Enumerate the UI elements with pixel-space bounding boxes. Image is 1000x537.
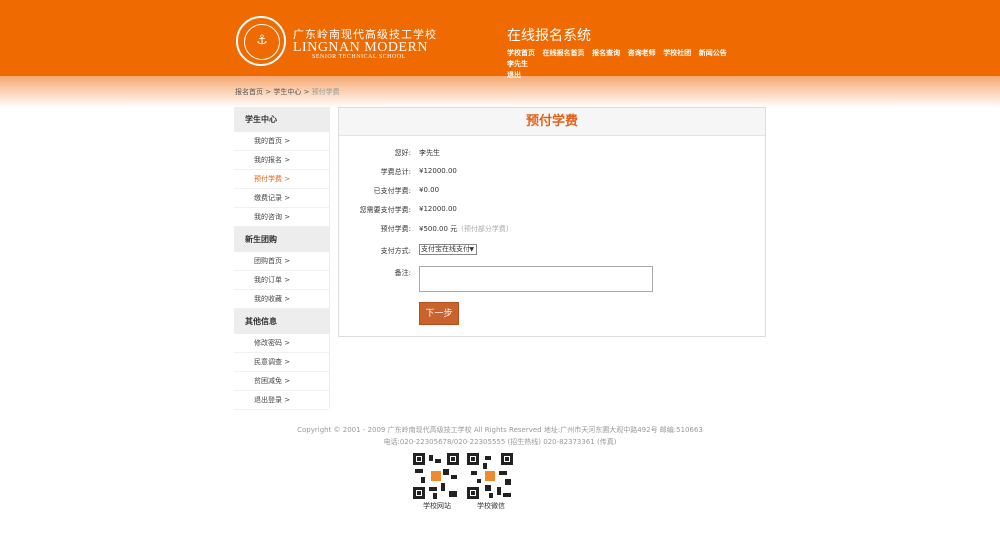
total-label: 学费总计: bbox=[380, 168, 411, 176]
page-title: 预付学费 bbox=[339, 108, 765, 136]
school-seal-icon: ⚓ bbox=[236, 16, 286, 66]
prepay-value: ¥500.00 元 bbox=[419, 225, 458, 233]
method-label: 支付方式: bbox=[380, 247, 411, 255]
paid-label: 已支付学费: bbox=[373, 187, 411, 195]
sidebar-item-logout[interactable]: 退出登录 > bbox=[234, 391, 329, 410]
sidebar-item-my-favorites[interactable]: 我的收藏 > bbox=[234, 290, 329, 309]
nav-enroll-query[interactable]: 报名查询 bbox=[592, 49, 620, 57]
next-step-button[interactable]: 下一步 bbox=[419, 302, 459, 325]
chevron-down-icon: ▼ bbox=[469, 246, 474, 253]
prepay-label: 预付学费: bbox=[380, 225, 411, 233]
paid-value: ¥0.00 bbox=[419, 186, 440, 194]
sidebar-item-my-inquiries[interactable]: 我的咨询 > bbox=[234, 208, 329, 227]
logo-school-subtitle: SENIOR TECHNICAL SCHOOL bbox=[312, 54, 406, 60]
sidebar-group-student-center: 学生中心 bbox=[234, 107, 329, 132]
sidebar-item-group-buy-home[interactable]: 团购首页 > bbox=[234, 252, 329, 271]
greeting-value: 李先生 bbox=[419, 149, 440, 157]
need-row: 您需要支付学费: ¥12000.00 bbox=[339, 205, 765, 217]
school-logo[interactable]: ⚓ 广东岭南现代高级技工学校 LINGNAN MODERN SENIOR TEC… bbox=[236, 16, 436, 66]
note-label: 备注: bbox=[394, 269, 411, 277]
prepay-hint: (预付部分学费) bbox=[461, 225, 509, 233]
nav-consult-teacher[interactable]: 咨询老师 bbox=[628, 49, 656, 57]
payment-method-select[interactable]: 支付宝在线支付 ▼ bbox=[419, 244, 477, 255]
method-row: 支付方式: 支付宝在线支付 ▼ bbox=[339, 244, 765, 258]
sidebar-group-other-info: 其他信息 bbox=[234, 309, 329, 334]
breadcrumb: 报名首页 > 学生中心 > 预付学费 bbox=[235, 88, 340, 96]
nav-news[interactable]: 新闻公告 bbox=[699, 49, 727, 57]
sidebar-item-my-home[interactable]: 我的首页 > bbox=[234, 132, 329, 151]
sidebar: 学生中心 我的首页 > 我的报名 > 预付学费 > 缴费记录 > 我的咨询 > … bbox=[234, 107, 330, 410]
nav-enroll-home[interactable]: 在线报名首页 bbox=[543, 49, 585, 57]
header-bar bbox=[0, 0, 1000, 76]
sidebar-item-prepay-tuition[interactable]: 预付学费 > bbox=[234, 170, 329, 189]
sidebar-group-group-buy: 新生团购 bbox=[234, 227, 329, 252]
note-textarea[interactable] bbox=[419, 266, 653, 292]
nav-school-home[interactable]: 学校首页 bbox=[507, 49, 535, 57]
header-fade bbox=[0, 76, 1000, 108]
top-nav: 学校首页 在线报名首页 报名查询 咨询老师 学校社团 新闻公告 李先生 退出 bbox=[507, 48, 737, 81]
sidebar-item-change-password[interactable]: 修改密码 > bbox=[234, 334, 329, 353]
prepay-row: 预付学费: ¥500.00 元 (预付部分学费) bbox=[339, 224, 765, 236]
sidebar-item-my-orders[interactable]: 我的订单 > bbox=[234, 271, 329, 290]
total-row: 学费总计: ¥12000.00 bbox=[339, 167, 765, 179]
qr-label-website: 学校网站 bbox=[423, 502, 451, 510]
qr-code-wechat-icon bbox=[467, 453, 513, 499]
qr-code-website-icon bbox=[413, 453, 459, 499]
prepay-panel: 预付学费 您好: 李先生 学费总计: ¥12000.00 已支付学费: ¥0.0… bbox=[338, 107, 766, 337]
footer-contact: 电话:020-22305678/020-22305555 (招生热线) 020-… bbox=[383, 438, 617, 446]
nav-clubs[interactable]: 学校社团 bbox=[663, 49, 691, 57]
breadcrumb-current: 预付学费 bbox=[311, 88, 340, 96]
greeting-label: 您好: bbox=[394, 149, 411, 157]
footer: Copyright © 2001 - 2009 广东岭南现代高级技工学校 All… bbox=[0, 424, 1000, 448]
sidebar-item-survey[interactable]: 民意调查 > bbox=[234, 353, 329, 372]
system-title: 在线报名系统 bbox=[507, 28, 591, 44]
breadcrumb-home[interactable]: 报名首页 bbox=[235, 88, 263, 96]
sidebar-item-my-enrollment[interactable]: 我的报名 > bbox=[234, 151, 329, 170]
footer-copyright: Copyright © 2001 - 2009 广东岭南现代高级技工学校 All… bbox=[297, 426, 703, 434]
qr-label-wechat: 学校微信 bbox=[477, 502, 505, 510]
greeting-row: 您好: 李先生 bbox=[339, 148, 765, 160]
need-value: ¥12000.00 bbox=[419, 205, 457, 213]
total-value: ¥12000.00 bbox=[419, 167, 457, 175]
sidebar-item-payment-records[interactable]: 缴费记录 > bbox=[234, 189, 329, 208]
breadcrumb-student-center[interactable]: 学生中心 bbox=[273, 88, 301, 96]
note-row: 备注: bbox=[339, 266, 765, 292]
nav-logout[interactable]: 退出 bbox=[507, 71, 521, 79]
sidebar-item-fee-waiver[interactable]: 贫困减免 > bbox=[234, 372, 329, 391]
need-label: 您需要支付学费: bbox=[359, 206, 411, 214]
nav-user[interactable]: 李先生 bbox=[507, 60, 528, 68]
paid-row: 已支付学费: ¥0.00 bbox=[339, 186, 765, 198]
